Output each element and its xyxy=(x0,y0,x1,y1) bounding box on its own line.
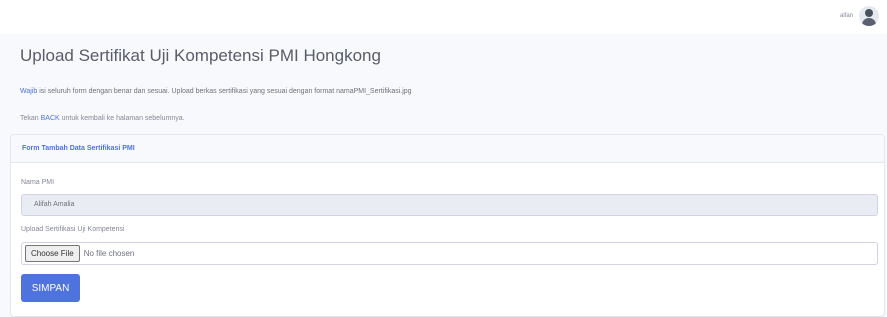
choose-file-button[interactable]: Choose File xyxy=(25,245,80,262)
instruction-highlight: Wajib xyxy=(20,88,38,95)
page-title: Upload Sertifikat Uji Kompetensi PMI Hon… xyxy=(20,46,381,65)
user-menu[interactable]: aifan xyxy=(840,6,879,26)
topbar: aifan xyxy=(0,0,887,34)
instruction-text: Wajib isi seluruh form dengan benar dan … xyxy=(20,88,412,95)
nama-pmi-field[interactable]: Alifah Amalia xyxy=(21,194,878,216)
avatar-head-icon xyxy=(865,9,873,17)
card-header: Form Tambah Data Sertifikasi PMI xyxy=(11,135,884,163)
username-label[interactable]: aifan xyxy=(840,13,853,19)
back-suffix: untuk kembali ke halaman sebelumnya. xyxy=(59,115,185,122)
upload-label: Upload Sertifikasi Uji Kompetensi xyxy=(21,226,125,233)
form-card: Form Tambah Data Sertifikasi PMI Nama PM… xyxy=(10,134,885,317)
avatar[interactable] xyxy=(859,6,879,26)
back-prefix: Tekan xyxy=(20,115,41,122)
simpan-button[interactable]: SIMPAN xyxy=(21,274,80,302)
no-file-text: No file chosen xyxy=(83,249,135,258)
back-instruction: Tekan BACK untuk kembali ke halaman sebe… xyxy=(20,115,185,122)
avatar-body-icon xyxy=(862,18,876,26)
back-link[interactable]: BACK xyxy=(41,115,60,122)
nama-pmi-label: Nama PMI xyxy=(21,179,55,186)
file-upload-input[interactable]: Choose File No file chosen xyxy=(21,242,878,265)
instruction-body: isi seluruh form dengan benar dan sesuai… xyxy=(37,88,412,95)
